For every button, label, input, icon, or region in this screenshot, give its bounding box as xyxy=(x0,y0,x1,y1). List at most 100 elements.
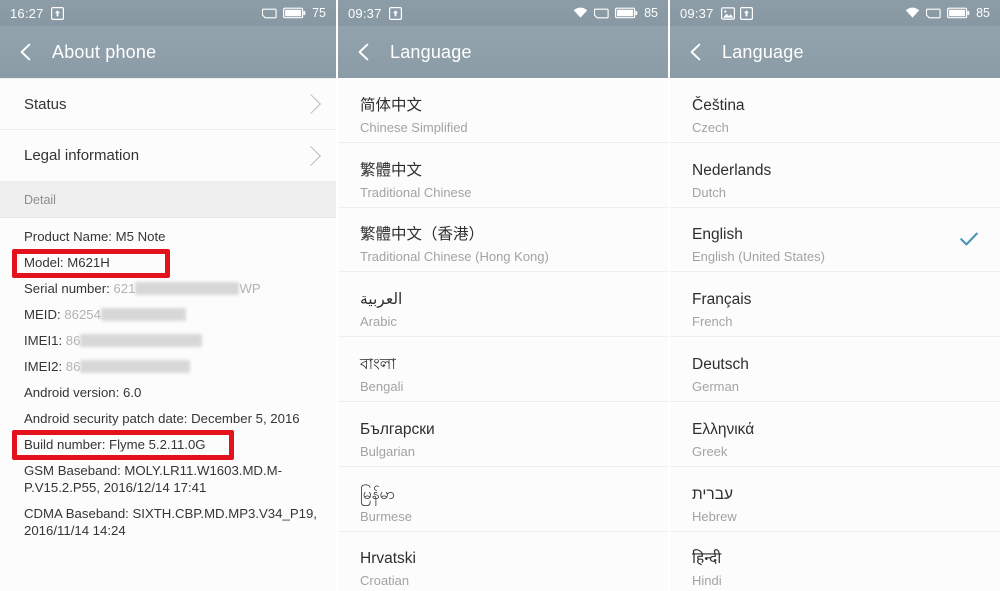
chevron-right-icon xyxy=(301,145,321,166)
language-native-name: Ελληνικά xyxy=(692,420,755,438)
page-title: Language xyxy=(722,41,804,62)
language-english-name: French xyxy=(692,314,733,330)
chevron-right-icon xyxy=(301,94,321,114)
list-item[interactable]: Čeština Czech xyxy=(670,78,1000,143)
language-native-name: 简体中文 xyxy=(360,96,423,114)
detail-list: Product Name: M5 Note Model: M621H Seria… xyxy=(0,218,336,539)
detail-cdma-baseband: CDMA Baseband: SIXTH.CBP.MD.MP3.V34_P19,… xyxy=(0,505,336,539)
language-english-name: Dutch xyxy=(692,184,726,200)
detail-imei2: IMEI2: 86 xyxy=(0,358,336,375)
wifi-icon xyxy=(573,7,588,19)
detail-imei1: IMEI1: 86 xyxy=(0,332,336,349)
language-native-name: မြန်မာ xyxy=(360,485,395,503)
nav-row-label: Status xyxy=(24,95,67,113)
battery-level: 85 xyxy=(644,6,658,20)
language-english-name: Chinese Simplified xyxy=(360,119,468,135)
language-native-name: 繁體中文 xyxy=(360,161,423,179)
status-bar: 09:37 85 xyxy=(338,0,668,26)
detail-text: Serial number: xyxy=(24,281,114,296)
detail-gsm-baseband: GSM Baseband: MOLY.LR11.W1603.MD.M-P.V15… xyxy=(0,462,336,496)
phone-screen-about: 16:27 75 About phone Status Legal inform… xyxy=(0,0,336,591)
list-item[interactable]: Български Bulgarian xyxy=(338,402,668,467)
list-item[interactable]: Hrvatski Croatian xyxy=(338,532,668,591)
status-time: 09:37 xyxy=(348,5,382,21)
language-native-name: Nederlands xyxy=(692,161,772,179)
detail-text: Android security patch date: December 5,… xyxy=(24,411,300,426)
list-item[interactable]: বাংলা Bengali xyxy=(338,337,668,402)
list-item[interactable]: हिन्दी Hindi xyxy=(670,532,1000,591)
detail-text: Android version: 6.0 xyxy=(24,385,142,400)
screenshot-root: 16:27 75 About phone Status Legal inform… xyxy=(0,0,1000,591)
upload-icon xyxy=(388,6,402,20)
detail-text: IMEI1: xyxy=(24,333,66,348)
detail-value: 86254 xyxy=(64,307,101,322)
list-item[interactable]: Ελληνικά Greek xyxy=(670,402,1000,467)
battery-icon xyxy=(283,7,306,19)
language-native-name: हिन्दी xyxy=(692,550,722,568)
detail-text: Build number: Flyme 5.2.11.0G xyxy=(24,437,206,452)
status-left-icons xyxy=(50,6,64,20)
detail-serial-number: Serial number: 621 WP xyxy=(0,280,336,297)
section-header-detail: Detail xyxy=(0,182,336,218)
language-english-name: Croatian xyxy=(360,573,410,589)
list-item-selected[interactable]: English English (United States) xyxy=(670,208,1000,273)
list-item[interactable]: Nederlands Dutch xyxy=(670,143,1000,208)
title-bar: Language xyxy=(670,26,1000,78)
language-native-name: English xyxy=(692,226,743,244)
language-native-name: Hrvatski xyxy=(360,550,416,568)
detail-value: 621 xyxy=(113,281,136,296)
section-header-label: Detail xyxy=(24,192,56,207)
sim-card-icon xyxy=(594,8,609,19)
detail-text: Product Name: M5 Note xyxy=(24,229,166,244)
redaction-block xyxy=(100,308,186,321)
battery-icon xyxy=(947,7,970,19)
list-item[interactable]: 简体中文 Chinese Simplified xyxy=(338,78,668,143)
language-native-name: Čeština xyxy=(692,96,745,114)
detail-text: Model: M621H xyxy=(24,255,110,270)
check-icon xyxy=(958,228,980,250)
battery-level: 85 xyxy=(976,6,990,20)
list-item[interactable]: العربية Arabic xyxy=(338,272,668,338)
language-english-name: Hebrew xyxy=(692,508,737,524)
sim-card-icon xyxy=(262,8,277,19)
upload-icon xyxy=(739,6,753,20)
sidebar-item-legal-information[interactable]: Legal information xyxy=(0,130,336,182)
status-left-icons xyxy=(388,6,402,20)
sidebar-item-status[interactable]: Status xyxy=(0,78,336,130)
list-item[interactable]: 繁體中文 Traditional Chinese xyxy=(338,143,668,208)
list-item[interactable]: 繁體中文（香港） Traditional Chinese (Hong Kong) xyxy=(338,208,668,273)
language-native-name: العربية xyxy=(360,291,403,309)
language-english-name: Hindi xyxy=(692,573,722,589)
language-list: Čeština Czech Nederlands Dutch English E… xyxy=(670,78,1000,591)
language-english-name: Czech xyxy=(692,119,729,135)
detail-text: CDMA Baseband: SIXTH.CBP.MD.MP3.V34_P19,… xyxy=(24,506,317,538)
status-left-icons xyxy=(720,6,753,20)
language-english-name: Arabic xyxy=(360,314,397,330)
language-english-name: Traditional Chinese xyxy=(360,184,472,200)
list-item[interactable]: မြန်မာ Burmese xyxy=(338,467,668,532)
language-english-name: German xyxy=(692,379,739,395)
detail-text: MEID: xyxy=(24,307,65,322)
title-bar: Language xyxy=(338,26,668,78)
phone-screen-language-2: 09:37 85 Language Čeština Czech Nederlan… xyxy=(670,0,1000,591)
wifi-icon xyxy=(905,7,920,19)
detail-security-patch: Android security patch date: December 5,… xyxy=(0,410,336,427)
list-item[interactable]: Deutsch German xyxy=(670,337,1000,402)
language-english-name: Greek xyxy=(692,443,728,459)
list-item[interactable]: עברית Hebrew xyxy=(670,467,1000,532)
status-right-icons: 75 xyxy=(262,6,326,20)
phone-screen-language-1: 09:37 85 Language 简体中文 Chinese Simplifie… xyxy=(338,0,668,591)
redaction-block xyxy=(80,334,203,347)
back-icon[interactable] xyxy=(684,40,708,64)
detail-product-name: Product Name: M5 Note xyxy=(0,228,336,245)
language-native-name: Български xyxy=(360,420,435,438)
detail-build-number: Build number: Flyme 5.2.11.0G xyxy=(0,430,336,460)
title-bar: About phone xyxy=(0,26,336,78)
back-icon[interactable] xyxy=(352,40,376,64)
back-icon[interactable] xyxy=(14,40,38,64)
page-title: About phone xyxy=(52,41,157,62)
sim-card-icon xyxy=(926,8,941,19)
list-item[interactable]: Français French xyxy=(670,272,1000,338)
page-title: Language xyxy=(390,41,472,62)
detail-android-version: Android version: 6.0 xyxy=(0,384,336,401)
